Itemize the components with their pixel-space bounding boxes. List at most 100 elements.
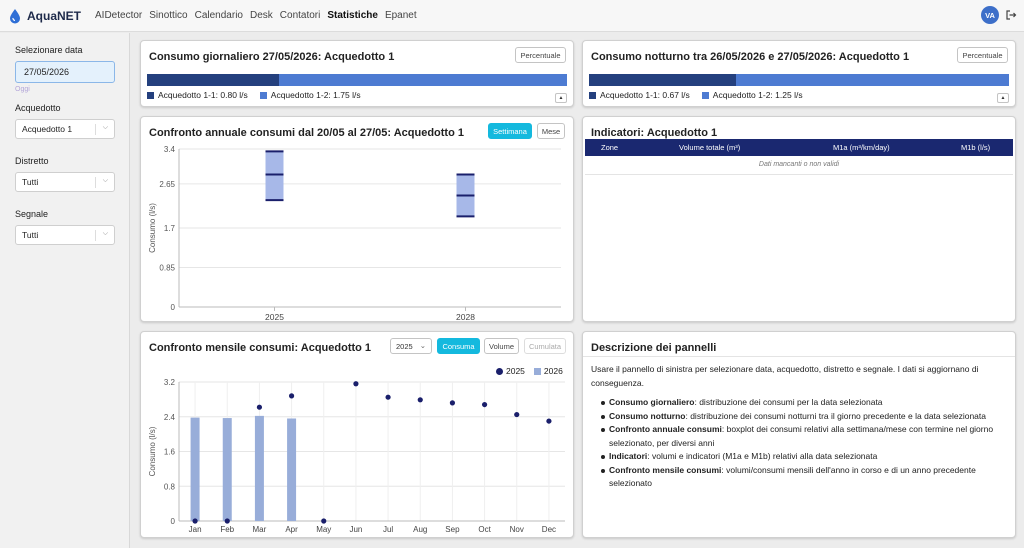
bar-segment-2 <box>735 74 1009 86</box>
app-logo[interactable]: AquaNET <box>8 8 95 24</box>
y-tick-label: 0.85 <box>159 264 175 273</box>
description-item: Indicatori: volumi e indicatori (M1a e M… <box>601 450 1001 464</box>
nav-item-calendario[interactable]: Calendario <box>195 10 243 21</box>
legend-swatch <box>259 91 267 99</box>
x-tick-label: Aug <box>413 525 427 534</box>
description-term: Indicatori <box>609 451 648 461</box>
description-item: Consumo notturno: distribuzione dei cons… <box>601 410 1001 424</box>
collapse-up-icon[interactable]: ▲ <box>555 93 567 103</box>
annual-boxplot-chart: 0 0.85 1.7 2.65 3.4 Consumo (l/s) 2025 2028 <box>148 145 561 322</box>
district-label: Distretto <box>15 156 49 166</box>
column-header-zone[interactable]: Zone <box>601 143 618 152</box>
column-header-m1b[interactable]: M1b (l/s) <box>961 143 990 152</box>
x-tick-label: 2028 <box>456 312 475 322</box>
description-text: : distribuzione dei consumi notturni tra… <box>685 410 986 421</box>
percentage-button[interactable]: Percentuale <box>957 47 1008 63</box>
description-item: Confronto annuale consumi: boxplot dei c… <box>601 423 1001 450</box>
box-2025 <box>265 151 284 201</box>
description-term: Consumo giornaliero <box>609 397 695 407</box>
point-2025-aug <box>417 397 423 403</box>
description-term: Confronto annuale consumi <box>609 424 722 434</box>
x-tick-label: Apr <box>285 525 298 534</box>
select-separator <box>95 177 96 188</box>
signal-label: Segnale <box>15 209 49 219</box>
legend-item: Acquedotto 1-2: 1.75 l/s <box>259 90 361 100</box>
percentage-button[interactable]: Percentuale <box>515 47 566 63</box>
nav-item-desk[interactable]: Desk <box>250 10 273 21</box>
description-panel: Descrizione dei pannelli Usare il pannel… <box>582 331 1016 538</box>
chevron-down-icon: ⌵ <box>102 124 108 131</box>
x-tick-label: 2025 <box>265 312 284 322</box>
logout-icon[interactable] <box>1005 9 1017 21</box>
column-header-volume[interactable]: Volume totale (m³) <box>679 143 740 152</box>
chevron-down-icon: ⌵ <box>102 230 108 237</box>
annual-comparison-panel: Confronto annuale consumi dal 20/05 al 2… <box>140 116 574 322</box>
bar-2026-feb <box>222 418 232 521</box>
bar-segment-1 <box>147 74 279 86</box>
bar-2026-apr <box>287 418 297 521</box>
y-tick-label: 0 <box>171 517 176 526</box>
point-2025-jun <box>353 381 359 387</box>
monthly-consumption-chart: 0 0.8 1.6 2.4 3.2 Consumo (l/s) Jan Feb Mar Apr Ma… <box>148 378 565 534</box>
y-tick-label: 2.4 <box>164 413 176 422</box>
brand-name: AquaNET <box>27 8 81 23</box>
night-legend: Acquedotto 1-1: 0.67 l/s Acquedotto 1-2:… <box>589 90 815 100</box>
x-tick-label: Oct <box>478 525 491 534</box>
description-term: Consumo notturno <box>609 410 686 421</box>
description-body: Usare il pannello di sinistra per selezi… <box>591 363 1001 491</box>
legend-item: Acquedotto 1-2: 1.25 l/s <box>701 90 803 100</box>
legend-label: Acquedotto 1-1: 0.80 l/s <box>158 90 248 100</box>
bar-2026-mar <box>254 415 264 521</box>
user-avatar[interactable]: VA <box>981 6 999 24</box>
column-header-m1a[interactable]: M1a (m³/km/day) <box>833 143 890 152</box>
y-tick-label: 0 <box>171 303 176 312</box>
y-tick-label: 1.6 <box>164 448 176 457</box>
aqueduct-select[interactable]: Acquedotto 1 ⌵ <box>15 119 115 139</box>
date-input[interactable]: 27/05/2026 <box>15 61 115 83</box>
legend-swatch <box>589 91 596 99</box>
description-term: Confronto mensile consumi <box>609 464 722 475</box>
indicators-table-header: Zone Volume totale (m³) M1a (m³/km/day) … <box>585 139 1013 156</box>
chevron-down-icon: ⌵ <box>102 177 108 184</box>
description-text: : volumi e indicatori (M1a e M1b) relati… <box>647 451 878 461</box>
nav-item-statistiche[interactable]: Statistiche <box>327 10 378 21</box>
indicators-title: Indicatori: Acquedotto 1 <box>591 127 718 139</box>
point-2025-jul <box>385 394 391 400</box>
description-item: Confronto mensile consumi: volumi/consum… <box>601 464 1001 491</box>
select-separator <box>95 124 96 135</box>
y-tick-label: 0.8 <box>164 482 176 491</box>
nav-item-sinottico[interactable]: Sinottico <box>149 10 187 21</box>
nav-item-epanet[interactable]: Epanet <box>385 10 417 21</box>
water-drop-icon <box>10 8 20 23</box>
daily-consumption-title: Consumo giornaliero 27/05/2026: Acquedot… <box>149 51 395 63</box>
legend-item: Acquedotto 1-1: 0.67 l/s <box>589 90 690 100</box>
point-2025-mar <box>256 404 263 410</box>
collapse-up-icon[interactable]: ▲ <box>997 93 1009 103</box>
bar-segment-2 <box>278 74 567 86</box>
daily-consumption-panel: Consumo giornaliero 27/05/2026: Acquedot… <box>140 40 574 107</box>
description-intro: Usare il pannello di sinistra per selezi… <box>591 364 979 388</box>
y-axis-label: Consumo (l/s) <box>148 426 157 476</box>
description-divider <box>583 356 1015 357</box>
select-separator <box>95 230 96 241</box>
legend-swatch <box>701 91 709 99</box>
x-tick-label: Nov <box>510 525 524 534</box>
nav-item-contatori[interactable]: Contatori <box>280 10 321 21</box>
y-tick-label: 3.2 <box>164 378 176 387</box>
point-2025-apr <box>288 393 295 399</box>
district-select[interactable]: Tutti ⌵ <box>15 172 115 192</box>
legend-swatch <box>147 91 154 99</box>
today-link[interactable]: Oggi <box>15 86 129 93</box>
district-select-value: Tutti <box>22 177 39 187</box>
night-consumption-title: Consumo notturno tra 26/05/2026 e 27/05/… <box>591 51 910 63</box>
description-title: Descrizione dei pannelli <box>591 342 717 354</box>
nav-item-aidetector[interactable]: AIDetector <box>95 10 142 21</box>
description-list: Consumo giornaliero : distribuzione dei c… <box>601 396 1001 491</box>
bar-2026-jan <box>190 417 200 521</box>
monthly-comparison-panel: Confronto mensile consumi: Acquedotto 1 … <box>140 331 574 538</box>
signal-select[interactable]: Tutti ⌵ <box>15 225 115 245</box>
date-label: Selezionare data <box>15 45 83 55</box>
table-divider <box>585 174 1013 175</box>
point-2025-may <box>321 518 327 524</box>
point-2025-feb <box>224 518 230 524</box>
